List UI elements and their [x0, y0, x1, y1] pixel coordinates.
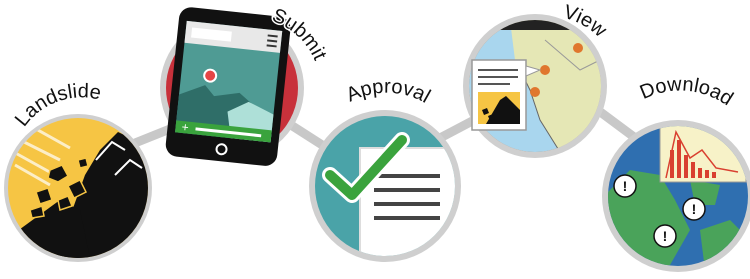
smartphone-icon: +	[165, 7, 291, 166]
landslide-icon	[8, 118, 148, 258]
svg-text:!: !	[623, 178, 628, 194]
step-submit: + Submit	[160, 3, 332, 166]
alert-bubble-icon: !	[653, 224, 677, 248]
alert-bubble-icon: !	[613, 174, 637, 198]
step-label-approval: Approval	[343, 76, 434, 108]
step-approval: Approval	[309, 74, 461, 262]
svg-text:!: !	[663, 228, 668, 244]
workflow-canvas: Landslide + Submit Approval View ! ! ! D…	[4, 0, 750, 272]
alert-bubble-icon: !	[682, 197, 706, 221]
svg-text:!: !	[692, 201, 697, 217]
chart-card	[659, 126, 747, 183]
step-label-download: Download	[637, 73, 737, 110]
svg-text:+: +	[181, 120, 189, 135]
step-view: View	[463, 0, 613, 158]
step-landslide: Landslide	[4, 79, 152, 262]
step-download: ! ! ! Download	[602, 72, 750, 272]
workflow-diagram: Landslide + Submit Approval View ! ! ! D…	[0, 0, 750, 279]
